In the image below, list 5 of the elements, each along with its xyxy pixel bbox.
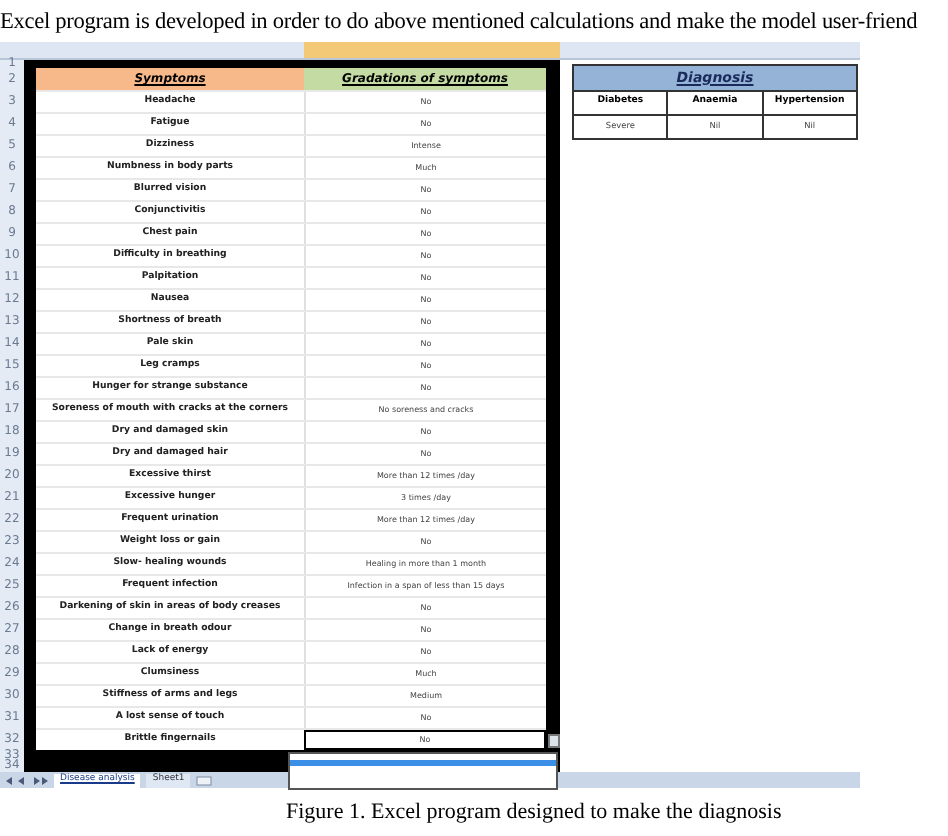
intro-sentence: Excel program is developed in order to do above mentioned calculations and make the model user-friend [0, 8, 920, 38]
sheet-navigation-icon[interactable] [4, 775, 48, 785]
figure-caption: Figure 1. Excel program designed to make the diagnosis [284, 798, 784, 824]
dropdown-arrow-button[interactable] [548, 734, 560, 748]
dropdown-list[interactable] [288, 752, 558, 790]
